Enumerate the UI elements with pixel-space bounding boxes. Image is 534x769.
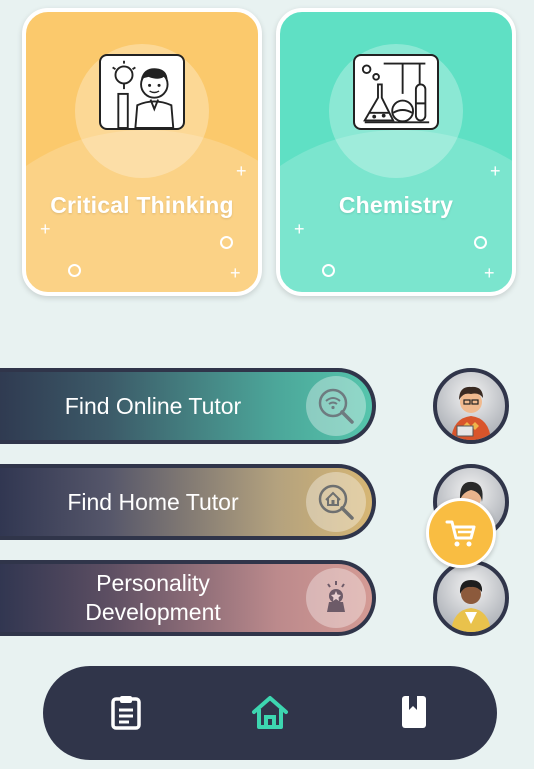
critical-thinking-icon [99,54,185,130]
personality-development-button[interactable]: Personality Development [0,560,376,636]
cart-icon [445,520,476,547]
card-title: Critical Thinking [50,192,234,218]
circle-decoration-icon [322,264,335,277]
clipboard-nav-button[interactable] [106,692,146,732]
find-home-tutor-button[interactable]: Find Home Tutor [0,464,376,540]
card-title: Chemistry [338,192,454,218]
home-nav-button[interactable] [250,692,290,732]
circle-decoration-icon [474,236,487,249]
critical-thinking-card[interactable]: Critical Thinking + + + [22,8,262,296]
circle-decoration-icon [68,264,81,277]
cart-button[interactable] [426,498,496,568]
online-search-icon [306,376,366,436]
circle-decoration-icon [220,236,233,249]
tutor-avatar-icon[interactable] [433,368,509,444]
mentor-avatar-icon[interactable] [433,560,509,636]
plus-decoration-icon: + [484,263,495,283]
plus-decoration-icon: + [490,161,501,181]
find-online-tutor-button[interactable]: Find Online Tutor [0,368,376,444]
bookmark-nav-button[interactable] [394,692,434,732]
chemistry-lab-icon [353,54,439,130]
plus-decoration-icon: + [236,161,247,181]
menu-label: Personality Development [85,570,221,625]
clipboard-icon [111,696,141,730]
bottom-navigation-bar [43,666,497,760]
bookmark-book-icon [402,696,426,728]
menu-label: Find Home Tutor [67,488,239,515]
home-icon [252,696,288,729]
home-search-icon [306,472,366,532]
plus-decoration-icon: + [230,263,241,283]
chemistry-card[interactable]: Chemistry + + + [276,8,516,296]
award-icon [306,568,366,628]
plus-decoration-icon: + [40,219,51,239]
menu-label: Find Online Tutor [64,392,242,419]
plus-decoration-icon: + [294,219,305,239]
